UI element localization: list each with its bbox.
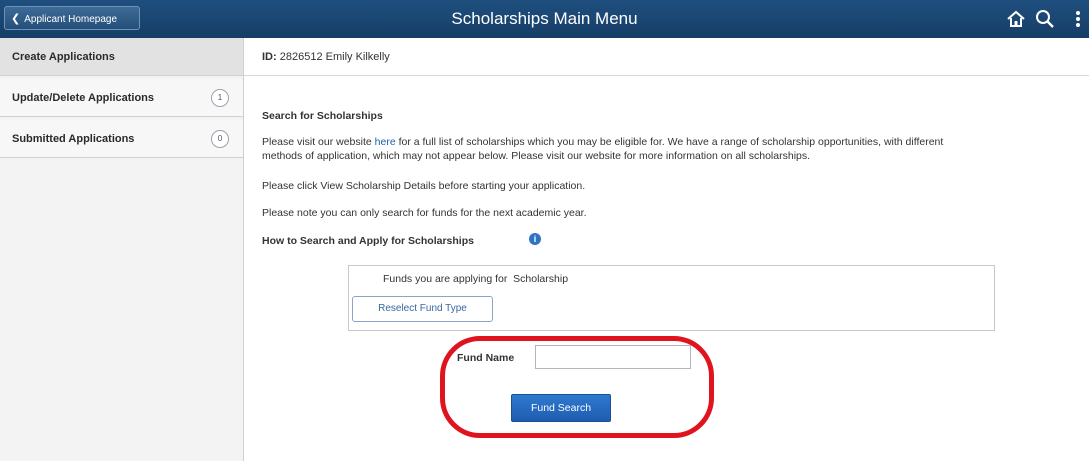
info-paragraph-1: Please visit our website here for a full… [262,136,1082,148]
sidebar-item-create-applications[interactable]: Create Applications [0,38,243,76]
sidebar-item-update-delete-applications[interactable]: Update/Delete Applications 1 [0,79,243,117]
paragraph-text: for a full list of scholarships which yo… [395,136,944,148]
info-paragraph-2: Please click View Scholarship Details be… [262,180,586,192]
fund-name-input[interactable] [535,345,691,369]
sidebar-item-label: Submitted Applications [12,133,135,145]
count-badge: 0 [211,130,229,148]
info-paragraph-1-line2: methods of application, which may not ap… [262,150,811,162]
id-label: ID: [262,51,277,63]
sidebar: Create Applications Update/Delete Applic… [0,38,244,461]
more-actions-icon[interactable] [1072,8,1084,30]
top-header-bar: ❮ Applicant Homepage Scholarships Main Me… [0,0,1089,38]
sidebar-item-label: Create Applications [12,51,115,63]
fund-type-label: Funds you are applying for [383,273,508,285]
home-icon[interactable] [1005,8,1027,30]
reselect-fund-type-button[interactable]: Reselect Fund Type [352,296,493,322]
info-paragraph-3: Please note you can only search for fund… [262,207,587,219]
paragraph-text: Please visit our website [262,136,375,148]
student-id-bar: ID: 2826512 Emily Kilkelly [244,38,1089,76]
fund-type-value: Scholarship [513,273,569,285]
fund-name-label: Fund Name [457,352,515,364]
how-to-heading: How to Search and Apply for Scholarships [262,235,474,247]
fund-search-button[interactable]: Fund Search [511,394,611,422]
id-value: 2826512 [279,51,323,63]
page-title: Scholarships Main Menu [451,9,638,28]
sidebar-item-submitted-applications[interactable]: Submitted Applications 0 [0,120,243,158]
search-icon[interactable] [1034,8,1056,30]
info-icon[interactable]: i [529,233,541,245]
count-badge: 1 [211,89,229,107]
website-link[interactable]: here [375,136,396,148]
search-scholarships-heading: Search for Scholarships [262,110,383,122]
fund-type-line: Funds you are applying for Scholarship [383,273,568,285]
sidebar-item-label: Update/Delete Applications [12,92,155,104]
student-name: Emily Kilkelly [325,51,390,63]
